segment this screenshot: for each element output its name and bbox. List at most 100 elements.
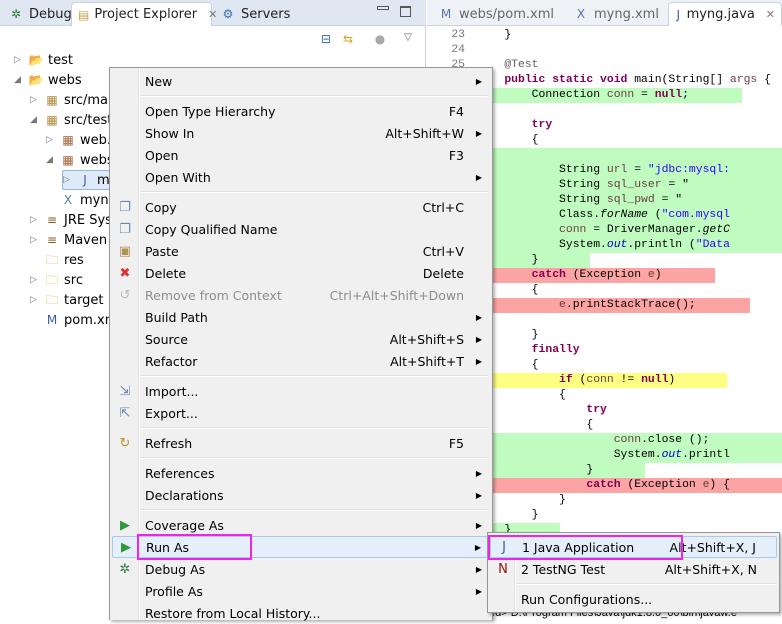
code-token: e <box>647 269 655 281</box>
collapsed-arrow-icon[interactable]: ▷ <box>14 55 24 65</box>
java-file-icon: J <box>83 173 87 187</box>
collapsed-arrow-icon[interactable]: ▷ <box>30 215 40 225</box>
bug-icon: ✲ <box>119 561 131 577</box>
collapsed-arrow-icon[interactable]: ▷ <box>30 235 40 245</box>
menu-item-show-in[interactable]: Show In Alt+Shift+W ▶ <box>112 122 490 144</box>
code-token: args <box>729 74 758 86</box>
tab-label: webs/pom.xml <box>459 6 555 22</box>
code-token: ( <box>647 209 662 221</box>
code-token: .printStackTrace(); <box>565 299 696 311</box>
code-token: conn <box>606 89 635 101</box>
menu-item-remove-from-context[interactable]: ↺ Remove from Context Ctrl+Alt+Shift+Down <box>112 284 490 306</box>
menu-item-2-testng-test[interactable]: N 2 TestNG Test Alt+Shift+X, N <box>490 558 777 580</box>
menu-item-refresh[interactable]: ↻ Refresh F5 <box>112 432 490 454</box>
code-token: = <box>627 164 648 176</box>
collapsed-arrow-icon[interactable]: ▷ <box>63 175 73 185</box>
tree-item[interactable]: ▷ ≡ Maven D <box>30 230 121 250</box>
tree-item[interactable]: ▷ 📂 test <box>14 50 73 70</box>
tree-item[interactable]: ▷ 🗀 src <box>30 270 83 290</box>
tab-project-explorer[interactable]: ▤ Project Explorer ✕ <box>71 2 217 26</box>
tab-label: Servers <box>241 6 291 22</box>
code-token: .printl <box>682 449 730 461</box>
collapsed-arrow-icon[interactable]: ▷ <box>30 275 40 285</box>
menu-item-declarations[interactable]: Declarations ▶ <box>112 484 490 506</box>
focus-icon[interactable]: ● <box>372 31 388 47</box>
menu-item-label: Import... <box>145 383 199 399</box>
code-token: null <box>654 89 683 101</box>
menu-item-label: Delete <box>145 265 187 281</box>
menu-item-build-path[interactable]: Build Path ▶ <box>112 306 490 328</box>
code-token: "jdbc:mysql: <box>647 164 730 176</box>
menu-item-restore-from-local-history[interactable]: Restore from Local History... <box>112 602 490 624</box>
maven-pom-icon: M <box>440 7 452 21</box>
collapse-all-icon[interactable]: ⊟ <box>318 31 334 47</box>
maven-pom-icon: M <box>46 313 58 327</box>
delete-icon: ✖ <box>119 265 131 281</box>
minimize-icon[interactable] <box>377 6 389 10</box>
menu-item-label: Refactor <box>145 353 198 369</box>
menu-item-copy[interactable]: ❐ Copy Ctrl+C <box>112 196 490 218</box>
tree-item-label: src <box>64 272 83 288</box>
tree-item[interactable]: ▷ ▦ src/main <box>30 90 120 110</box>
menu-separator <box>141 375 488 377</box>
menu-item-copy-qualified-name[interactable]: ❐ Copy Qualified Name <box>112 218 490 240</box>
tab-label: myng.xml <box>594 6 659 22</box>
tree-item[interactable]: Mpom.xml <box>30 310 121 330</box>
link-with-editor-icon[interactable]: ⇆ <box>340 31 356 47</box>
menu-item-run-configurations[interactable]: Run Configurations... <box>490 588 777 610</box>
bug-icon: ✲ <box>10 7 22 21</box>
menu-item-profile-as[interactable]: Profile As ▶ <box>112 580 490 602</box>
code-token: sql_pwd <box>606 194 655 206</box>
expanded-arrow-icon[interactable]: ◢ <box>30 115 40 125</box>
highlight-box-java-application <box>488 535 683 560</box>
tree-item[interactable]: ◢ 📂 webs <box>14 70 82 90</box>
collapsed-arrow-icon[interactable]: ▷ <box>30 95 40 105</box>
expanded-arrow-icon[interactable]: ◢ <box>46 155 56 165</box>
code-text: try <box>477 403 607 418</box>
code-line: 24 <box>427 43 782 58</box>
submenu-arrow-icon: ▶ <box>475 334 482 344</box>
menu-item-source[interactable]: Source Alt+Shift+S ▶ <box>112 328 490 350</box>
menu-item-export[interactable]: ⇱ Export... <box>112 402 490 424</box>
code-text: e.printStackTrace(); <box>477 298 696 313</box>
code-token: ( <box>572 374 587 386</box>
menu-item-debug-as[interactable]: ✲ Debug As ▶ <box>112 558 490 580</box>
tab-webs-pom[interactable]: Mwebs/pom.xml <box>432 2 560 26</box>
code-token: { <box>757 74 771 86</box>
menu-item-coverage-as[interactable]: ▶ Coverage As ▶ <box>112 514 490 536</box>
tab-myng-xml[interactable]: Xmyng.xml <box>567 2 665 26</box>
menu-item-refactor[interactable]: Refactor Alt+Shift+T ▶ <box>112 350 490 372</box>
menu-item-label: Coverage As <box>145 517 224 533</box>
tree-item[interactable]: ◢ ▦ src/test/j <box>30 110 120 130</box>
view-menu-chevron-down-icon[interactable]: ▽ <box>400 30 416 46</box>
menu-item-import[interactable]: ⇲ Import... <box>112 380 490 402</box>
menu-item-delete[interactable]: ✖ Delete Delete <box>112 262 490 284</box>
menu-item-shortcut: Ctrl+V <box>422 243 464 259</box>
tab-servers[interactable]: ⚙ Servers <box>214 2 296 26</box>
code-text: catch (Exception e) <box>477 268 662 283</box>
menu-item-label: Show In <box>145 125 195 141</box>
code-token: Class. <box>477 209 601 221</box>
menu-item-open-type-hierarchy[interactable]: Open Type Hierarchy F4 <box>112 100 490 122</box>
code-token: getC <box>702 224 730 236</box>
menu-item-references[interactable]: References ▶ <box>112 462 490 484</box>
maximize-icon[interactable] <box>400 6 411 17</box>
menu-item-shortcut: Delete <box>422 265 464 281</box>
tab-myng-java[interactable]: Jmyng.java ✕ <box>668 2 782 26</box>
menu-item-open[interactable]: Open F3 <box>112 144 490 166</box>
menu-item-shortcut: Alt+Shift+W <box>385 125 464 141</box>
expanded-arrow-icon[interactable]: ◢ <box>14 75 24 85</box>
tree-item[interactable]: ▷ 🗀 target <box>30 290 104 310</box>
menu-item-paste[interactable]: ▣ Paste Ctrl+V <box>112 240 490 262</box>
collapsed-arrow-icon[interactable]: ▷ <box>46 135 56 145</box>
menu-separator <box>141 509 488 511</box>
tab-debug[interactable]: ✲ Debug <box>2 2 78 26</box>
menu-item-open-with[interactable]: Open With ▶ <box>112 166 490 188</box>
tree-item[interactable]: 🗀 res <box>30 250 84 270</box>
collapsed-arrow-icon[interactable]: ▷ <box>30 295 40 305</box>
tree-item[interactable]: ◢ ▦ webs <box>46 150 114 170</box>
remove-context-icon: ↺ <box>119 287 131 303</box>
code-text: System.out.printl <box>477 448 730 463</box>
close-icon[interactable]: ✕ <box>766 8 775 21</box>
menu-item-new[interactable]: New ▶ <box>112 70 490 92</box>
